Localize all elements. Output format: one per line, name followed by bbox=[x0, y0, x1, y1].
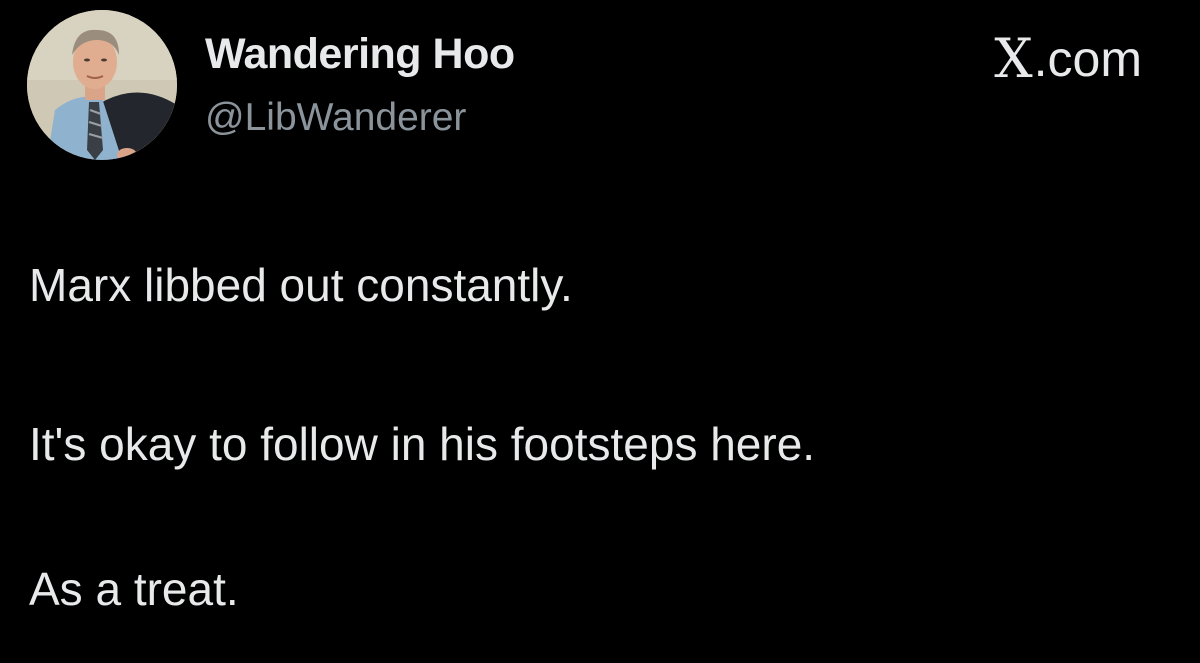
user-handle[interactable]: @LibWanderer bbox=[205, 96, 466, 140]
x-com-watermark: X .com bbox=[994, 32, 1142, 86]
tweet-card: Wandering Hoo @LibWanderer X .com Marx l… bbox=[0, 0, 1200, 663]
avatar[interactable] bbox=[27, 10, 177, 160]
tweet-text-line: Marx libbed out constantly. bbox=[29, 259, 573, 311]
tweet-text-line: As a treat. bbox=[29, 563, 239, 615]
brand-domain: .com bbox=[1033, 31, 1142, 87]
portrait-icon bbox=[27, 10, 177, 160]
display-name[interactable]: Wandering Hoo bbox=[205, 30, 515, 79]
x-logo-icon: X bbox=[994, 27, 1033, 90]
tweet-text-line: It's okay to follow in his footsteps her… bbox=[29, 418, 816, 470]
